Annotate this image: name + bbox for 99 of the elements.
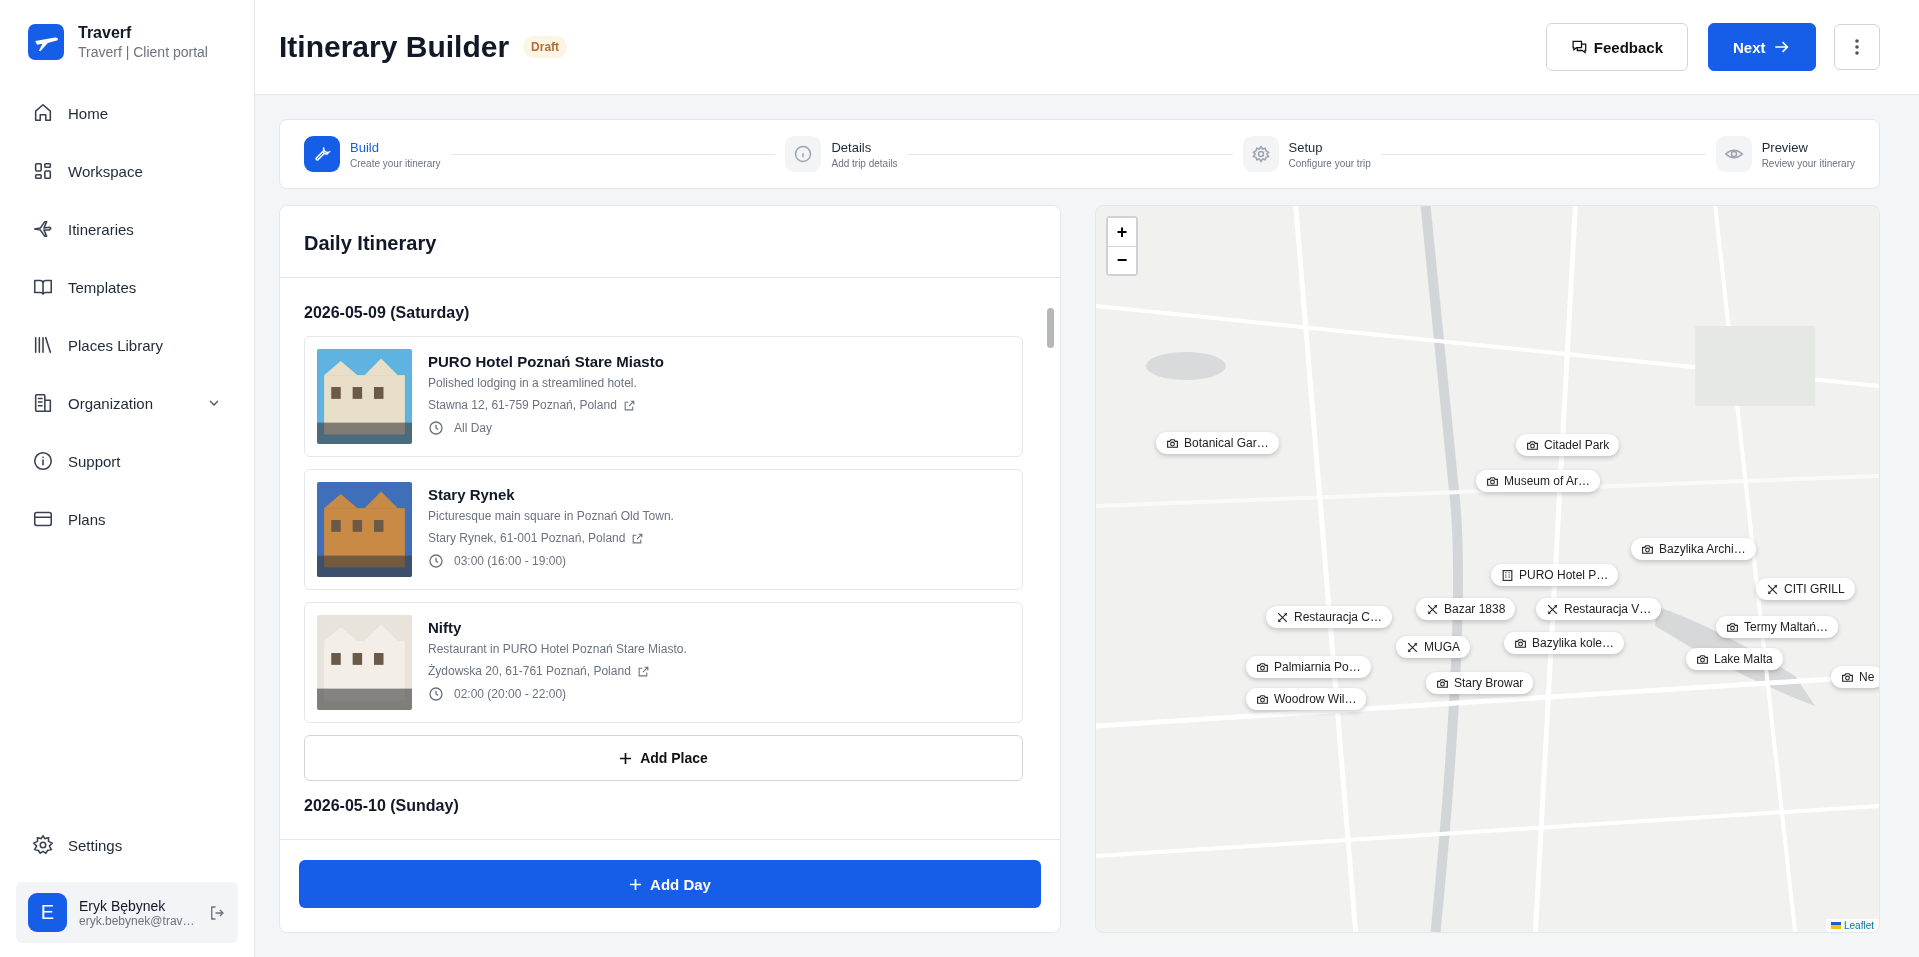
place-description: Polished lodging in a streamlined hotel. [428,376,638,390]
map-marker[interactable]: Bazylika kole… [1504,632,1625,654]
camera-icon [1436,676,1449,690]
map-marker[interactable]: Museum of Ar… [1476,470,1601,492]
utensils-icon [1406,640,1419,654]
map-marker[interactable]: Citadel Park [1516,434,1620,456]
user-email: eryk.bebynek@trav… [79,913,196,928]
plus-icon [619,751,633,765]
nav-item[interactable]: Places Library [16,326,238,364]
map-marker[interactable]: Restauracja C… [1266,606,1393,628]
more-icon [1855,39,1859,55]
feedback-button[interactable]: Feedback [1546,23,1688,71]
map-marker[interactable]: Botanical Gar… [1156,432,1279,454]
nav-item[interactable]: Home [16,94,238,132]
zoom-out-button[interactable]: − [1108,246,1136,274]
place-address: Stary Rynek, 61-001 Poznań, Poland [428,531,626,545]
camera-icon [1641,542,1654,556]
place-card[interactable]: Stary Rynek Picturesque main square in Poznań Old Town. Stary Rynek, 61-001 Poznań, Poland 03:00 (16:00 - 19:00) [304,469,1023,590]
page-title: Itinerary Builder [279,30,510,64]
camera-icon [1256,692,1269,706]
day-heading: 2026-05-10 (Sunday) [304,797,460,815]
map-marker[interactable]: MUGA [1396,636,1470,658]
external-link-icon[interactable] [631,531,645,545]
place-description: Restaurant in PURO Hotel Poznań Stare Miasto. [428,642,687,656]
brand-name: Traverf [78,24,133,42]
user-name: Eryk Bębynek [79,897,167,914]
place-description: Picturesque main square in Poznań Old Town. [428,509,674,523]
nav-item[interactable]: Organization [16,384,238,422]
camera-icon [1526,438,1539,452]
camera-icon [1256,660,1269,674]
info-icon [32,450,54,472]
map-marker[interactable]: Restauracja V… [1536,598,1662,620]
add-place-button[interactable]: Add Place [304,735,1023,781]
place-time: 03:00 (16:00 - 19:00) [454,554,567,568]
nav-item[interactable]: Itineraries [16,210,238,248]
gear-icon [1250,144,1271,164]
map-marker[interactable]: Stary Browar [1426,672,1534,694]
grid-icon [32,160,54,182]
place-name: Stary Rynek [428,486,516,503]
place-card[interactable]: Nifty Restaurant in PURO Hotel Poznań Stare Miasto. Żydowska 20, 61-761 Poznań, Poland 02:00 (20:00 - 22:00) [304,602,1023,723]
map-marker[interactable]: Bazar 1838 [1416,598,1516,620]
nav-item[interactable]: Templates [16,268,238,306]
camera-icon [1726,620,1739,634]
building-icon [1501,568,1514,582]
status-badge: Draft [523,36,568,58]
building-icon [32,392,54,414]
plus-icon [629,877,643,891]
camera-icon [1166,436,1179,450]
camera-icon [1514,636,1527,650]
user-avatar: E [28,893,67,932]
external-link-icon[interactable] [622,398,636,412]
place-name: PURO Hotel Poznań Stare Miasto [428,353,664,370]
books-icon [32,334,54,356]
place-time: 02:00 (20:00 - 22:00) [454,687,567,701]
utensils-icon [1766,582,1779,596]
settings-link[interactable]: Settings [16,826,238,864]
place-card[interactable]: PURO Hotel Poznań Stare Miasto Polished lodging in a streamlined hotel. Stawna 12, 61-759 Poznań, Poland All Day [304,336,1023,457]
step-tab[interactable]: Preview Review your itinerary [1715,136,1855,172]
home-icon [32,102,54,124]
step-tab[interactable]: Setup Configure your trip [1242,136,1371,172]
camera-icon [1696,652,1709,666]
place-address: Stawna 12, 61-759 Poznań, Poland [428,398,617,412]
brand-subtitle: Traverf | Client portal [78,44,208,60]
next-button[interactable]: Next [1708,23,1816,71]
map-marker[interactable]: Woodrow Wil… [1246,688,1367,710]
map-marker[interactable]: Palmiarnia Po… [1246,656,1371,678]
panel-title: Daily Itinerary [280,206,1060,278]
map-marker[interactable]: Lake Malta [1686,648,1783,670]
nav-item[interactable]: Plans [16,500,238,538]
info-icon [793,144,814,164]
utensils-icon [1426,602,1439,616]
step-tab[interactable]: Details Add trip details [785,136,898,172]
step-tab[interactable]: Build Create your itinerary [304,136,441,172]
place-time: All Day [454,421,492,435]
clock-icon [428,553,444,569]
map-attribution[interactable]: Leaflet [1825,919,1879,932]
map-marker[interactable]: Termy Maltań… [1716,616,1839,638]
utensils-icon [1546,602,1559,616]
external-link-icon[interactable] [636,664,650,678]
map-marker[interactable]: PURO Hotel P… [1491,564,1619,586]
logout-icon[interactable] [208,903,226,922]
add-day-button[interactable]: Add Day [299,860,1041,908]
map-marker[interactable]: Ne [1831,666,1879,688]
settings-icon [32,834,54,856]
plane-icon [32,218,54,240]
camera-icon [1841,670,1854,684]
plane-logo-icon [28,24,64,60]
nav-item[interactable]: Support [16,442,238,480]
day-heading: 2026-05-09 (Saturday) [304,304,471,322]
camera-icon [1486,474,1499,488]
place-name: Nifty [428,619,463,636]
map-marker[interactable]: Bazylika Archi… [1631,538,1756,560]
clock-icon [428,686,444,702]
nav-item[interactable]: Workspace [16,152,238,190]
wrench-icon [312,144,332,164]
clock-icon [428,420,444,436]
utensils-icon [1276,610,1289,624]
place-address: Żydowska 20, 61-761 Poznań, Poland [428,664,631,678]
map-marker[interactable]: CITI GRILL [1756,578,1855,600]
